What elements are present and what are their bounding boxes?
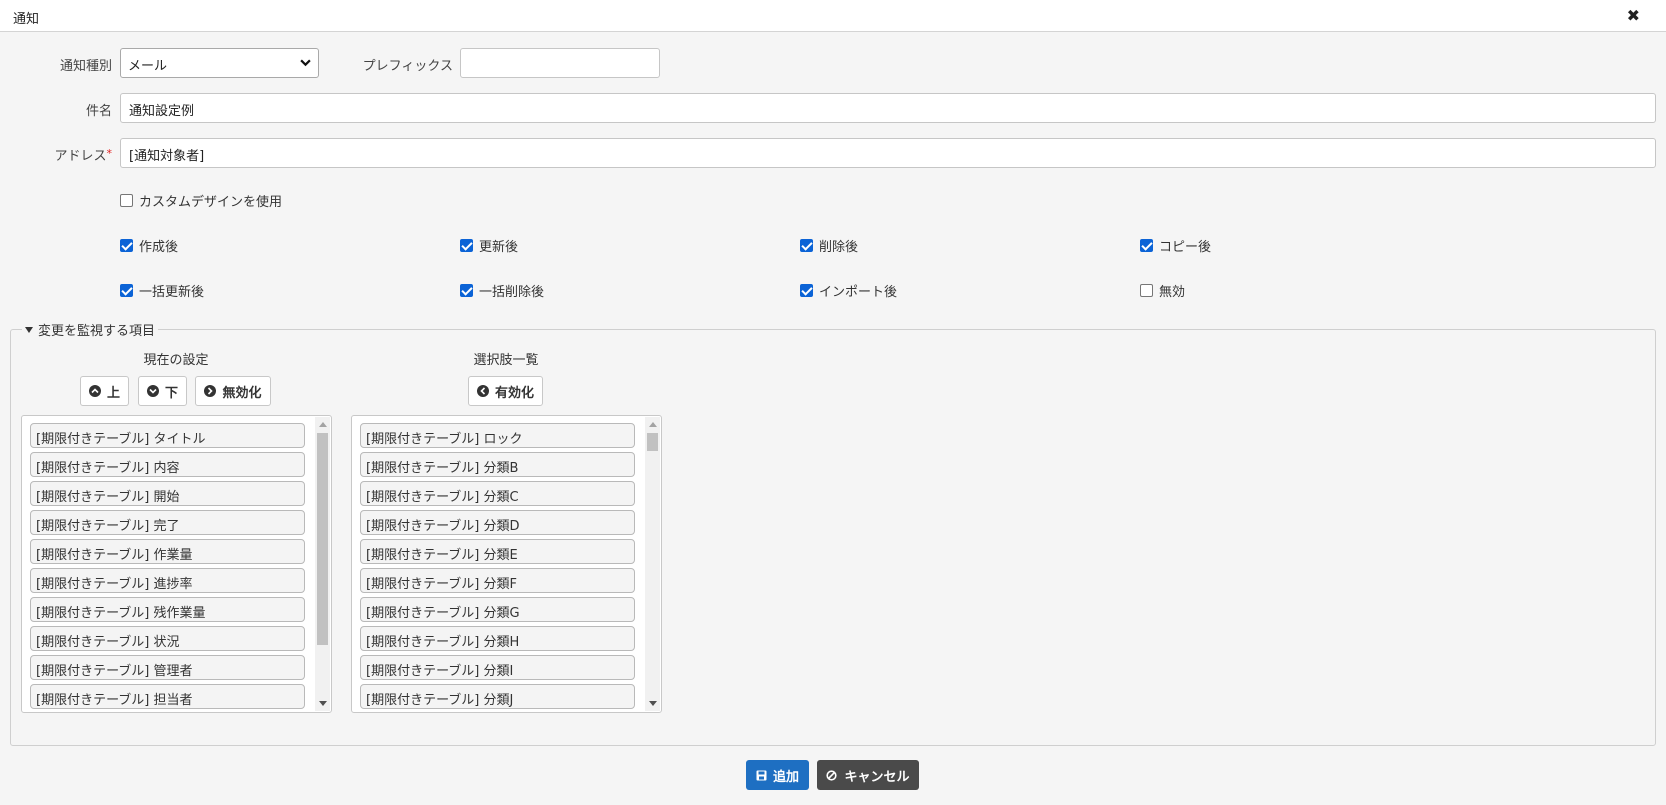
current-settings-title: 現在の設定 — [143, 353, 209, 368]
subject-input[interactable]: 通知設定例 — [120, 93, 1656, 123]
list-item[interactable]: [期限付きテーブル] 担当者 — [30, 684, 305, 709]
chevron-down-icon — [146, 385, 159, 397]
type-select[interactable]: メール — [120, 48, 319, 78]
subject-label: 件名 — [85, 104, 112, 119]
disable-button[interactable]: 無効化 — [195, 376, 271, 406]
checkbox-after-update[interactable] — [460, 239, 473, 252]
prefix-input[interactable] — [460, 48, 660, 78]
list-item[interactable]: [期限付きテーブル] 管理者 — [30, 655, 305, 680]
chevron-right-icon — [204, 385, 217, 397]
list-item[interactable]: [期限付きテーブル] 開始 — [30, 481, 305, 506]
trigger-after-copy[interactable]: コピー後 — [1140, 236, 1211, 255]
address-label: アドレス* — [30, 145, 112, 164]
chevron-left-icon — [476, 385, 489, 397]
checkbox-custom-design[interactable] — [120, 194, 133, 207]
scroll-up-icon[interactable] — [649, 422, 657, 427]
list-item[interactable]: [期限付きテーブル] 内容 — [30, 452, 305, 477]
custom-design-label: カスタムデザインを使用 — [139, 195, 283, 210]
address-label-text: アドレス — [54, 149, 107, 164]
list-item[interactable]: [期限付きテーブル] ロック — [360, 423, 635, 448]
checkbox-after-bulk-delete[interactable] — [460, 284, 473, 297]
type-label: 通知種別 — [59, 59, 112, 74]
list-item[interactable]: [期限付きテーブル] 分類C — [360, 481, 635, 506]
current-settings-list[interactable]: [期限付きテーブル] タイトル [期限付きテーブル] 内容 [期限付きテーブル]… — [21, 415, 332, 713]
trigger-label: コピー後 — [1159, 240, 1212, 255]
move-up-label: 上 — [106, 385, 120, 401]
move-down-label: 下 — [164, 385, 178, 401]
custom-design-checkbox[interactable]: カスタムデザインを使用 — [120, 191, 282, 210]
list-item[interactable]: [期限付きテーブル] 分類F — [360, 568, 635, 593]
trigger-after-bulk-delete[interactable]: 一括削除後 — [460, 281, 544, 300]
list-item[interactable]: [期限付きテーブル] 分類B — [360, 452, 635, 477]
caret-down-icon — [25, 326, 33, 333]
trigger-label: インポート後 — [819, 285, 898, 300]
scrollbar[interactable] — [645, 417, 660, 711]
move-down-button[interactable]: 下 — [138, 376, 187, 406]
checkbox-after-create[interactable] — [120, 239, 133, 252]
monitor-legend[interactable]: 変更を監視する項目 — [22, 320, 159, 339]
cancel-label: キャンセル — [844, 769, 910, 785]
type-select-value: メール — [128, 59, 168, 74]
close-icon[interactable]: ✖ — [1627, 6, 1640, 25]
trigger-after-create[interactable]: 作成後 — [120, 236, 178, 255]
add-label: 追加 — [772, 769, 799, 785]
chevron-down-icon — [300, 59, 311, 67]
scroll-thumb[interactable] — [647, 433, 658, 451]
choices-list[interactable]: [期限付きテーブル] ロック [期限付きテーブル] 分類B [期限付きテーブル]… — [351, 415, 662, 713]
list-item[interactable]: [期限付きテーブル] 分類I — [360, 655, 635, 680]
list-item[interactable]: [期限付きテーブル] 分類E — [360, 539, 635, 564]
checkbox-after-delete[interactable] — [800, 239, 813, 252]
trigger-after-import[interactable]: インポート後 — [800, 281, 897, 300]
address-input[interactable]: [通知対象者] — [120, 138, 1656, 168]
scroll-thumb[interactable] — [317, 433, 328, 645]
trigger-label: 作成後 — [139, 240, 179, 255]
scroll-down-icon[interactable] — [649, 701, 657, 706]
enable-label: 有効化 — [494, 385, 534, 401]
ban-icon — [826, 769, 838, 781]
monitor-legend-text: 変更を監視する項目 — [38, 324, 156, 339]
move-up-button[interactable]: 上 — [80, 376, 129, 406]
list-item[interactable]: [期限付きテーブル] 進捗率 — [30, 568, 305, 593]
list-item[interactable]: [期限付きテーブル] 分類D — [360, 510, 635, 535]
choices-title: 選択肢一覧 — [473, 353, 539, 368]
trigger-label: 一括削除後 — [479, 285, 545, 300]
list-item[interactable]: [期限付きテーブル] タイトル — [30, 423, 305, 448]
cancel-button[interactable]: キャンセル — [817, 760, 919, 790]
trigger-label: 更新後 — [479, 240, 519, 255]
dialog-title: 通知 — [13, 12, 40, 27]
list-item[interactable]: [期限付きテーブル] 作業量 — [30, 539, 305, 564]
dialog-titlebar: 通知 ✖ — [0, 0, 1666, 32]
enable-button[interactable]: 有効化 — [468, 376, 543, 406]
checkbox-after-import[interactable] — [800, 284, 813, 297]
list-item[interactable]: [期限付きテーブル] 分類H — [360, 626, 635, 651]
scroll-up-icon[interactable] — [319, 422, 327, 427]
list-item[interactable]: [期限付きテーブル] 完了 — [30, 510, 305, 535]
list-item[interactable]: [期限付きテーブル] 分類J — [360, 684, 635, 709]
scrollbar[interactable] — [315, 417, 330, 711]
disable-label: 無効化 — [222, 385, 262, 401]
trigger-label: 削除後 — [819, 240, 859, 255]
list-item[interactable]: [期限付きテーブル] 分類G — [360, 597, 635, 622]
checkbox-disabled[interactable] — [1140, 284, 1153, 297]
trigger-after-update[interactable]: 更新後 — [460, 236, 518, 255]
prefix-label: プレフィックス — [362, 59, 453, 74]
chevron-up-icon — [88, 385, 101, 397]
checkbox-after-bulk-update[interactable] — [120, 284, 133, 297]
list-item[interactable]: [期限付きテーブル] 状況 — [30, 626, 305, 651]
trigger-label: 一括更新後 — [139, 285, 205, 300]
checkbox-after-copy[interactable] — [1140, 239, 1153, 252]
add-button[interactable]: 追加 — [746, 760, 809, 790]
required-mark: * — [106, 147, 113, 160]
trigger-label: 無効 — [1159, 285, 1186, 300]
trigger-after-delete[interactable]: 削除後 — [800, 236, 858, 255]
trigger-disabled[interactable]: 無効 — [1140, 281, 1185, 300]
list-item[interactable]: [期限付きテーブル] 残作業量 — [30, 597, 305, 622]
trigger-after-bulk-update[interactable]: 一括更新後 — [120, 281, 204, 300]
save-icon — [756, 770, 767, 780]
scroll-down-icon[interactable] — [319, 701, 327, 706]
